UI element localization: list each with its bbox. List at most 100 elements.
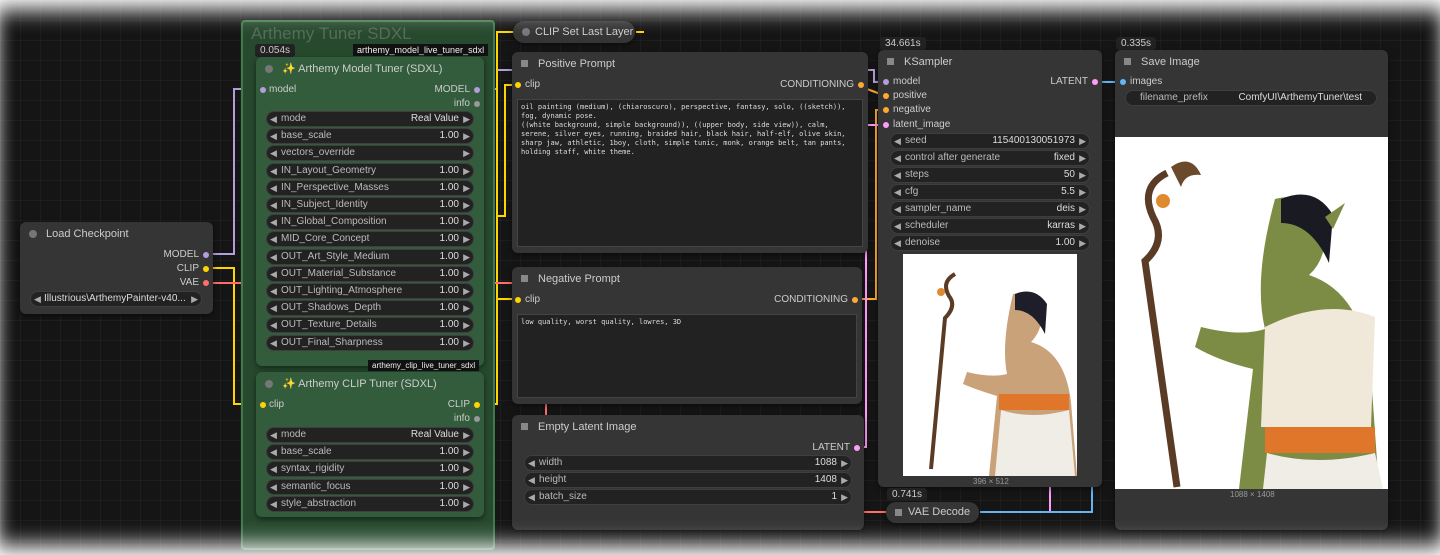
output-model-port[interactable] — [474, 87, 480, 93]
save-preview-image[interactable] — [1115, 137, 1388, 489]
widget-row[interactable]: ◀ steps 50 ▶ — [890, 167, 1090, 183]
collapse-square-icon[interactable] — [895, 509, 902, 516]
arrow-right-icon[interactable]: ▶ — [841, 473, 848, 487]
arrow-left-icon[interactable]: ◀ — [528, 456, 535, 470]
arrow-right-icon[interactable]: ▶ — [463, 445, 470, 459]
widget-row[interactable]: ◀ control after generate fixed ▶ — [890, 150, 1090, 166]
output-latent-port[interactable] — [854, 445, 860, 451]
input-positive-port[interactable] — [883, 93, 889, 99]
arrow-right-icon[interactable]: ▶ — [1079, 236, 1086, 250]
load-checkpoint-node[interactable]: Load Checkpoint MODEL CLIP VAE ◀ Illustr… — [20, 222, 213, 314]
arrow-right-icon[interactable]: ▶ — [463, 428, 470, 442]
output-clip-port[interactable] — [474, 402, 480, 408]
arrow-right-icon[interactable]: ▶ — [1079, 151, 1086, 165]
widget-row[interactable]: ◀ seed 115400130051973 ▶ — [890, 133, 1090, 149]
widget-row[interactable]: ◀ denoise 1.00 ▶ — [890, 235, 1090, 251]
arrow-left-icon[interactable]: ◀ — [894, 236, 901, 250]
widget-row[interactable]: ◀ OUT_Final_Sharpness 1.00 ▶ — [266, 334, 474, 351]
widget-row[interactable]: ◀ sampler_name deis ▶ — [890, 201, 1090, 217]
arrow-right-icon[interactable]: ▶ — [463, 284, 470, 298]
arrow-right-icon[interactable]: ▶ — [463, 267, 470, 281]
collapse-dot-icon[interactable] — [522, 28, 530, 36]
output-conditioning-port[interactable] — [852, 297, 858, 303]
widget-row[interactable]: ◀ cfg 5.5 ▶ — [890, 184, 1090, 200]
output-info-port[interactable] — [474, 101, 480, 107]
ksampler-node[interactable]: KSampler model positive negative latent_… — [878, 50, 1102, 487]
arrow-left-icon[interactable]: ◀ — [894, 134, 901, 148]
arrow-right-icon[interactable]: ▶ — [463, 497, 470, 511]
arrow-right-icon[interactable]: ▶ — [463, 301, 470, 315]
arrow-left-icon[interactable]: ◀ — [270, 232, 277, 246]
arrow-left-icon[interactable]: ◀ — [270, 284, 277, 298]
collapse-dot-icon[interactable] — [29, 230, 37, 238]
output-info-port[interactable] — [474, 416, 480, 422]
input-model-port[interactable] — [260, 87, 266, 93]
arrow-left-icon[interactable]: ◀ — [270, 301, 277, 315]
collapse-square-icon[interactable] — [521, 275, 528, 282]
widget-row[interactable]: ◀ IN_Perspective_Masses 1.00 ▶ — [266, 179, 474, 196]
collapse-dot-icon[interactable] — [265, 380, 273, 388]
collapse-square-icon[interactable] — [521, 423, 528, 430]
input-latent-port[interactable] — [883, 122, 889, 128]
arrow-right-icon[interactable]: ▶ — [841, 456, 848, 470]
arrow-right-icon[interactable]: ▶ — [1079, 219, 1086, 233]
arrow-right-icon[interactable]: ▶ — [1079, 185, 1086, 199]
arrow-left-icon[interactable]: ◀ — [528, 490, 535, 504]
arrow-left-icon[interactable]: ◀ — [270, 181, 277, 195]
arrow-left-icon[interactable]: ◀ — [894, 185, 901, 199]
arrow-left-icon[interactable]: ◀ — [894, 202, 901, 216]
widget-row[interactable]: ◀ syntax_rigidity 1.00 ▶ — [266, 461, 474, 478]
clip-set-last-layer-node[interactable]: CLIP Set Last Layer — [513, 21, 635, 43]
save-image-node[interactable]: Save Image images filename_prefix ComfyU… — [1115, 50, 1388, 530]
arrow-left-icon[interactable]: ◀ — [528, 473, 535, 487]
widget-row[interactable]: ◀ OUT_Material_Substance 1.00 ▶ — [266, 265, 474, 282]
widget-row[interactable]: ◀ vectors_override ▶ — [266, 145, 474, 162]
arrow-left-icon[interactable]: ◀ — [270, 129, 277, 143]
arrow-left-icon[interactable]: ◀ — [894, 219, 901, 233]
arrow-left-icon[interactable]: ◀ — [894, 168, 901, 182]
input-model-port[interactable] — [883, 79, 889, 85]
arrow-right-icon[interactable]: ▶ — [463, 146, 470, 160]
empty-latent-node[interactable]: Empty Latent Image LATENT ◀ width 1088 ▶ ◀ he… — [512, 415, 864, 530]
collapse-square-icon[interactable] — [521, 60, 528, 67]
arrow-right-icon[interactable]: ▶ — [463, 336, 470, 350]
arrow-left-icon[interactable]: ◀ — [270, 336, 277, 350]
arrow-right-icon[interactable]: ▶ — [463, 480, 470, 494]
widget-row[interactable]: ◀ mode Real Value ▶ — [266, 427, 474, 443]
widget-row[interactable]: ◀ height 1408 ▶ — [524, 472, 852, 488]
output-vae-port[interactable] — [203, 280, 209, 286]
widget-row[interactable]: ◀ batch_size 1 ▶ — [524, 489, 852, 505]
arrow-left-icon[interactable]: ◀ — [34, 292, 41, 306]
positive-prompt-textarea[interactable]: oil painting (medium), (chiaroscuro), pe… — [517, 99, 863, 247]
widget-row[interactable]: ◀ base_scale 1.00 ▶ — [266, 128, 474, 145]
widget-row[interactable]: ◀ OUT_Lighting_Atmosphere 1.00 ▶ — [266, 283, 474, 299]
widget-row[interactable]: ◀ OUT_Art_Style_Medium 1.00 ▶ — [266, 248, 474, 265]
arrow-right-icon[interactable]: ▶ — [841, 490, 848, 504]
positive-prompt-node[interactable]: Positive Prompt clip CONDITIONING oil pa… — [512, 52, 868, 253]
arrow-right-icon[interactable]: ▶ — [463, 232, 470, 246]
input-clip-port[interactable] — [515, 82, 521, 88]
widget-row[interactable]: ◀ base_scale 1.00 ▶ — [266, 444, 474, 461]
collapse-square-icon[interactable] — [1124, 58, 1131, 65]
input-negative-port[interactable] — [883, 107, 889, 113]
arrow-right-icon[interactable]: ▶ — [463, 250, 470, 264]
arrow-right-icon[interactable]: ▶ — [463, 215, 470, 229]
widget-row[interactable]: ◀ IN_Subject_Identity 1.00 ▶ — [266, 197, 474, 213]
negative-prompt-textarea[interactable]: low quality, worst quality, lowres, 3D — [517, 314, 857, 398]
collapse-dot-icon[interactable] — [265, 65, 273, 73]
arrow-right-icon[interactable]: ▶ — [191, 292, 198, 306]
arrow-left-icon[interactable]: ◀ — [270, 215, 277, 229]
arrow-left-icon[interactable]: ◀ — [270, 146, 277, 160]
widget-row[interactable]: ◀ OUT_Texture_Details 1.00 ▶ — [266, 317, 474, 334]
arrow-right-icon[interactable]: ▶ — [1079, 134, 1086, 148]
arrow-right-icon[interactable]: ▶ — [463, 164, 470, 178]
arrow-left-icon[interactable]: ◀ — [894, 151, 901, 165]
arrow-left-icon[interactable]: ◀ — [270, 497, 277, 511]
arrow-right-icon[interactable]: ▶ — [463, 129, 470, 143]
arrow-left-icon[interactable]: ◀ — [270, 480, 277, 494]
input-clip-port[interactable] — [260, 402, 266, 408]
output-conditioning-port[interactable] — [858, 82, 864, 88]
model-tuner-node[interactable]: ✨ Arthemy Model Tuner (SDXL) model MODEL… — [256, 57, 484, 366]
ksampler-preview-image[interactable] — [903, 254, 1077, 476]
arrow-left-icon[interactable]: ◀ — [270, 462, 277, 476]
